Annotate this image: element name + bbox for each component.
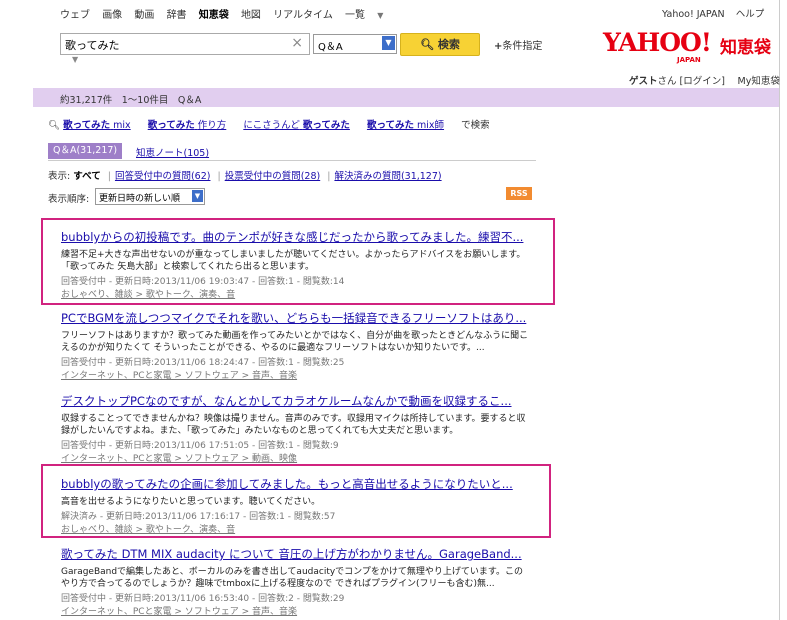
filter-answering[interactable]: 回答受付中の質問(62) xyxy=(115,171,211,182)
rss-button[interactable]: RSS xyxy=(506,187,532,200)
result-snippet: 収録することってできませんかね？映像は撮りません。音声のみです。収録用マイクは所… xyxy=(61,414,526,436)
list-item: PCでBGMを流しつつマイクでそれを歌い、どちらも一括録音できるフリーソフトはあ… xyxy=(61,310,531,381)
filter-all: すべて xyxy=(73,171,101,182)
filter-resolved[interactable]: 解決済みの質問(31,127) xyxy=(334,171,441,182)
result-meta: 回答受付中 - 更新日時:2013/11/06 17:51:05 - 回答数:1… xyxy=(61,441,339,451)
nav-map[interactable]: 地図 xyxy=(241,10,261,21)
sort-value: 更新日時の新しい順 xyxy=(99,194,181,204)
search-icon: 🔍︎ xyxy=(420,38,435,51)
result-snippet: 高音を出せるようになりたいと思っています。聴いてください。 xyxy=(61,497,321,507)
nav-images[interactable]: 画像 xyxy=(102,10,122,21)
nav-list[interactable]: 一覧 ▼ xyxy=(345,10,392,21)
result-category[interactable]: おしゃべり、雑談 > 歌やトーク、演奏、音 xyxy=(61,522,531,535)
search-query: 歌ってみた xyxy=(65,39,120,52)
result-category[interactable]: インターネット、PCと家電 > ソフトウェア > 音声、音楽 xyxy=(61,604,531,617)
yahoo-japan-link[interactable]: Yahoo! JAPAN xyxy=(662,9,725,20)
status-filter: 表示: すべて | 回答受付中の質問(62) | 投票受付中の質問(28) | 解決済… xyxy=(48,171,442,182)
result-title[interactable]: 歌ってみた DTM MIX audacity について 音圧の上げ方がわかりませ… xyxy=(61,546,531,562)
result-category[interactable]: おしゃべり、雑談 > 歌やトーク、演奏、音 xyxy=(61,287,531,300)
chevron-down-icon: ▼ xyxy=(382,36,395,50)
top-nav: ウェブ 画像 動画 辞書 知恵袋 地図 リアルタイム 一覧 ▼ xyxy=(60,6,401,21)
result-title[interactable]: bubblyの歌ってみたの企画に参加してみました。もっと高音出せるようになりたい… xyxy=(61,476,531,492)
result-title[interactable]: PCでBGMを流しつつマイクでそれを歌い、どちらも一括録音できるフリーソフトはあ… xyxy=(61,310,531,326)
help-link[interactable]: ヘルプ xyxy=(736,9,765,20)
nav-video[interactable]: 動画 xyxy=(134,10,154,21)
search-button[interactable]: 🔍︎ 検索 xyxy=(400,33,480,56)
result-summary-bar: 約31,217件 1～10件目 Q＆A xyxy=(33,88,779,107)
nav-chiebukuro[interactable]: 知恵袋 xyxy=(199,10,229,21)
logo-sub: JAPAN xyxy=(677,56,701,64)
related-link[interactable]: にこさうんど 歌ってみた xyxy=(243,120,350,131)
top-right-links: Yahoo! JAPAN ヘルプ xyxy=(662,6,772,20)
result-count: 約31,217件 1～10件目 Q＆A xyxy=(60,95,202,106)
suggest-toggle-icon[interactable]: ▼ xyxy=(72,55,78,64)
login-link[interactable]: ログイン xyxy=(683,76,721,87)
user-status: ゲストさん [ログイン] My知恵袋 xyxy=(629,76,780,87)
search-scope-value: Q＆A xyxy=(318,42,343,53)
result-category[interactable]: インターネット、PCと家電 > ソフトウェア > 音声、音楽 xyxy=(61,368,531,381)
filter-voting[interactable]: 投票受付中の質問(28) xyxy=(225,171,321,182)
yahoo-logo[interactable]: YAHOO! xyxy=(603,28,712,57)
result-meta: 解決済み - 更新日時:2013/11/06 17:16:17 - 回答数:1 … xyxy=(61,512,336,522)
list-item: bubblyからの初投稿です。曲のテンポが好きな感じだったから歌ってみました。練… xyxy=(61,229,531,300)
related-link[interactable]: 歌ってみた mix師 xyxy=(367,120,444,131)
result-meta: 回答受付中 - 更新日時:2013/11/06 16:53:40 - 回答数:2… xyxy=(61,594,345,604)
result-snippet: GarageBandで編集したあと、ボーカルのみを書き出してaudacityでコ… xyxy=(61,567,524,589)
related-link[interactable]: 歌ってみた 作り方 xyxy=(148,120,227,131)
list-item: bubblyの歌ってみたの企画に参加してみました。もっと高音出せるようになりたい… xyxy=(61,476,531,535)
tab-qa[interactable]: Q＆A(31,217) xyxy=(48,143,123,159)
result-title[interactable]: デスクトップPCなのですが、なんとかしてカラオケルームなんかで動画を収録するこ.… xyxy=(61,393,531,409)
search-icon: 🔍︎ xyxy=(48,120,61,131)
related-searches: 🔍︎ 歌ってみた mix 歌ってみた 作り方 にこさうんど 歌ってみた 歌ってみ… xyxy=(48,117,490,131)
result-snippet: 練習不足+大きな声出せないのが重なってしまいましたが聴いてください。よかったらア… xyxy=(61,250,526,272)
tab-chie-note[interactable]: 知恵ノート(105) xyxy=(136,145,209,159)
search-scope-select[interactable]: Q＆A ▼ xyxy=(313,34,397,54)
guest-label: ゲスト xyxy=(629,76,658,87)
result-meta: 回答受付中 - 更新日時:2013/11/06 19:03:47 - 回答数:1… xyxy=(61,277,345,287)
chevron-down-icon: ▼ xyxy=(192,190,203,202)
result-tabs: Q＆A(31,217) 知恵ノート(105) xyxy=(48,143,536,161)
result-snippet: フリーソフトはありますか？歌ってみた動画を作ってみたいとかではなく、自分が曲を歌… xyxy=(61,331,529,353)
list-item: 歌ってみた DTM MIX audacity について 音圧の上げ方がわかりませ… xyxy=(61,546,531,617)
result-meta: 回答受付中 - 更新日時:2013/11/06 18:24:47 - 回答数:1… xyxy=(61,358,345,368)
nav-web[interactable]: ウェブ xyxy=(60,10,90,21)
sort-label: 表示順序: xyxy=(48,194,90,205)
related-link[interactable]: 歌ってみた mix xyxy=(63,120,131,131)
result-category[interactable]: インターネット、PCと家電 > ソフトウェア > 動画、映像 xyxy=(61,451,531,464)
list-item: デスクトップPCなのですが、なんとかしてカラオケルームなんかで動画を収録するこ.… xyxy=(61,393,531,464)
related-suffix: で検索 xyxy=(461,120,490,131)
page-border xyxy=(779,0,780,620)
search-input[interactable]: 歌ってみた × xyxy=(60,33,310,55)
nav-realtime[interactable]: リアルタイム xyxy=(273,10,333,21)
advanced-search-link[interactable]: +条件指定 xyxy=(494,37,542,52)
filter-label: 表示: xyxy=(48,171,71,182)
chiebukuro-logo[interactable]: 知恵袋 xyxy=(720,33,771,58)
sort-select[interactable]: 更新日時の新しい順 ▼ xyxy=(95,188,205,205)
chevron-down-icon: ▼ xyxy=(377,11,384,20)
clear-icon[interactable]: × xyxy=(291,35,303,51)
nav-dictionary[interactable]: 辞書 xyxy=(167,10,187,21)
my-chiebukuro-link[interactable]: My知恵袋 xyxy=(738,76,780,87)
result-title[interactable]: bubblyからの初投稿です。曲のテンポが好きな感じだったから歌ってみました。練… xyxy=(61,229,531,245)
